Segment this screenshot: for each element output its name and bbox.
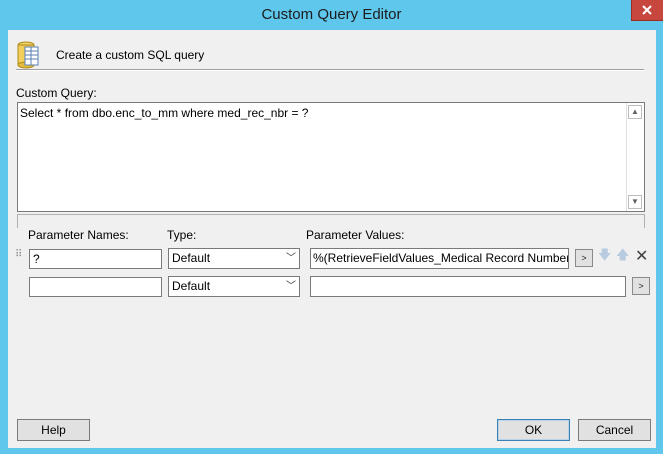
parameter-name-input[interactable] — [29, 277, 162, 297]
move-down-icon[interactable]: 🡇 — [598, 246, 611, 268]
parameter-names-header: Parameter Names: — [28, 228, 129, 242]
parameters-panel — [17, 214, 645, 228]
parameter-type-select[interactable]: Default ﹀ — [168, 248, 300, 269]
delete-row-icon[interactable]: ✕ — [635, 249, 648, 265]
parameter-type-header: Type: — [167, 228, 197, 242]
parameter-value-input[interactable]: %(RetrieveFieldValues_Medical Record Num… — [310, 248, 569, 269]
ok-button[interactable]: OK — [497, 419, 570, 441]
move-up-icon[interactable]: 🡅 — [616, 246, 629, 268]
scroll-up-icon[interactable]: ▲ — [628, 105, 642, 119]
parameter-name-input[interactable]: ? — [29, 249, 162, 269]
close-icon — [642, 5, 652, 15]
parameter-type-value: Default — [172, 279, 211, 293]
row-drag-handle-icon[interactable]: ⠿ — [15, 250, 22, 260]
chevron-down-icon: ﹀ — [286, 281, 296, 292]
custom-query-editor-window: Custom Query Editor Create a custom SQL … — [0, 0, 663, 454]
cancel-button[interactable]: Cancel — [578, 419, 651, 441]
window-title: Custom Query Editor — [261, 6, 402, 23]
close-button[interactable] — [631, 0, 663, 21]
help-button[interactable]: Help — [17, 419, 90, 441]
custom-query-label: Custom Query: — [16, 86, 97, 100]
parameter-type-value: Default — [172, 251, 211, 265]
parameter-type-select[interactable]: Default ﹀ — [168, 276, 300, 297]
parameter-value-expand-button[interactable]: > — [575, 249, 593, 267]
query-vertical-scrollbar[interactable]: ▲ ▼ — [626, 103, 644, 211]
header-divider — [16, 69, 644, 71]
custom-query-text: Select * from dbo.enc_to_mm where med_re… — [20, 106, 309, 120]
dialog-body: Create a custom SQL query Custom Query: … — [8, 30, 656, 448]
database-table-icon — [17, 41, 39, 69]
chevron-down-icon: ﹀ — [286, 253, 296, 264]
parameter-values-header: Parameter Values: — [306, 228, 405, 242]
parameter-value-input[interactable] — [310, 276, 626, 297]
header-description: Create a custom SQL query — [56, 48, 205, 62]
scroll-down-icon[interactable]: ▼ — [628, 195, 642, 209]
title-bar[interactable]: Custom Query Editor — [0, 0, 663, 30]
custom-query-textarea[interactable]: Select * from dbo.enc_to_mm where med_re… — [17, 102, 645, 212]
parameter-value-expand-button[interactable]: > — [632, 277, 650, 295]
